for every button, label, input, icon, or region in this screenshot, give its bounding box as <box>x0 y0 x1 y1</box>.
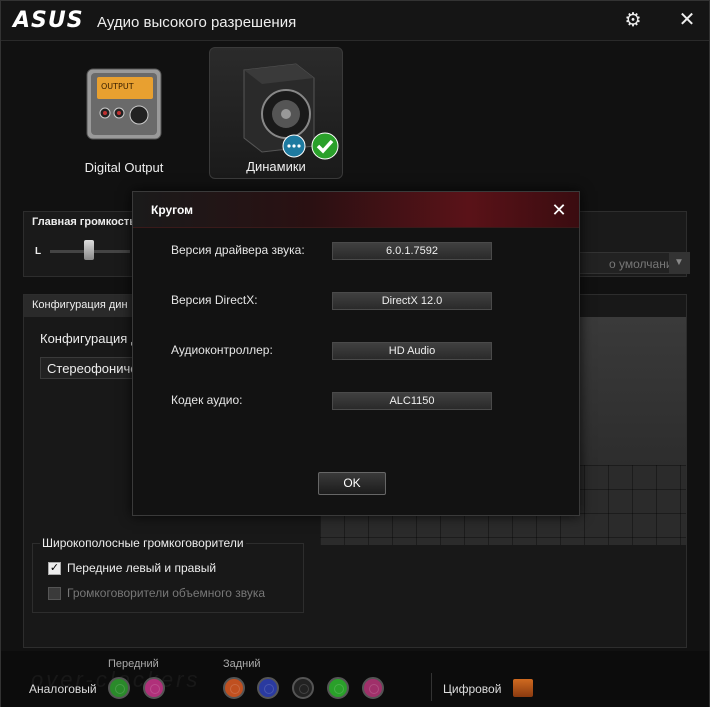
digital-output-icon: OUTPUT <box>86 68 162 140</box>
audio-controller-label: Аудиоконтроллер: <box>171 343 273 357</box>
close-icon[interactable]: ✕ <box>677 10 697 30</box>
audio-codec-value: ALC1150 <box>332 392 492 410</box>
device-speakers[interactable]: Динамики <box>209 47 343 179</box>
check-circle-icon <box>311 132 339 160</box>
ok-button[interactable]: OK <box>318 472 386 495</box>
front-jack-green[interactable] <box>108 677 130 699</box>
app-window: ASUS Аудио высокого разрешения ⚙ ✕ OUTPU… <box>0 0 710 707</box>
driver-version-label: Версия драйвера звука: <box>171 243 305 257</box>
rear-jack-blue[interactable] <box>257 677 279 699</box>
jack-bar: over-clockers Передний Задний Аналоговый… <box>1 651 709 707</box>
rear-jack-green[interactable] <box>327 677 349 699</box>
title-bar: ASUS Аудио высокого разрешения ⚙ ✕ <box>1 1 709 41</box>
analog-label: Аналоговый <box>29 682 97 696</box>
rear-jack-orange[interactable] <box>223 677 245 699</box>
gear-icon[interactable]: ⚙ <box>623 11 643 31</box>
wideband-title: Широкополосные громкоговорители <box>40 536 246 550</box>
wideband-group <box>32 543 304 613</box>
rear-jack-black[interactable] <box>292 677 314 699</box>
window-title: Аудио высокого разрешения <box>97 14 297 31</box>
chat-bubble-icon <box>282 134 306 158</box>
dialog-title: Кругом <box>151 203 194 217</box>
audio-codec-label: Кодек аудио: <box>171 393 243 407</box>
default-device-select[interactable]: о умолчанию ▼ <box>564 252 690 274</box>
channel-left-label: L <box>35 246 42 257</box>
dialog-header: Кругом ✕ <box>133 192 579 228</box>
front-jack-pink[interactable] <box>143 677 165 699</box>
config-sub-label: Конфигурация д <box>40 331 139 346</box>
checkbox-surround-label: Громкоговорители объемного звука <box>67 586 266 600</box>
jack-divider <box>431 673 432 701</box>
audio-controller-value: HD Audio <box>332 342 492 360</box>
device-label: Динамики <box>246 159 306 174</box>
device-label: Digital Output <box>84 160 164 175</box>
checkbox-front-label: Передние левый и правый <box>67 561 217 575</box>
rear-jack-pink[interactable] <box>362 677 384 699</box>
front-jacks-label: Передний <box>108 658 159 670</box>
rear-jacks-label: Задний <box>223 658 261 670</box>
checkbox-front[interactable]: ✓ <box>48 561 61 575</box>
directx-version-value: DirectX 12.0 <box>332 292 492 310</box>
checkbox-surround[interactable] <box>48 586 61 600</box>
checkbox-surround-row[interactable]: Громкоговорители объемного звука <box>48 586 265 600</box>
directx-version-label: Версия DirectX: <box>171 293 258 307</box>
volume-slider-thumb[interactable] <box>84 240 94 260</box>
dialog-close-icon[interactable]: ✕ <box>549 200 569 220</box>
speaker-icon <box>243 63 315 153</box>
about-dialog: Кругом ✕ Версия драйвера звука: 6.0.1.75… <box>132 191 580 516</box>
checkbox-front-row[interactable]: ✓ Передние левый и правый <box>48 561 216 575</box>
digital-output-jack-icon[interactable] <box>513 679 533 697</box>
asus-logo: ASUS <box>13 8 84 33</box>
device-digital-output[interactable]: OUTPUT Digital Output <box>57 47 191 179</box>
chevron-down-icon[interactable]: ▼ <box>669 253 689 273</box>
svg-text:OUTPUT: OUTPUT <box>101 82 134 91</box>
driver-version-value: 6.0.1.7592 <box>332 242 492 260</box>
main-volume-label: Главная громкость <box>32 216 137 228</box>
digital-label: Цифровой <box>443 682 502 696</box>
